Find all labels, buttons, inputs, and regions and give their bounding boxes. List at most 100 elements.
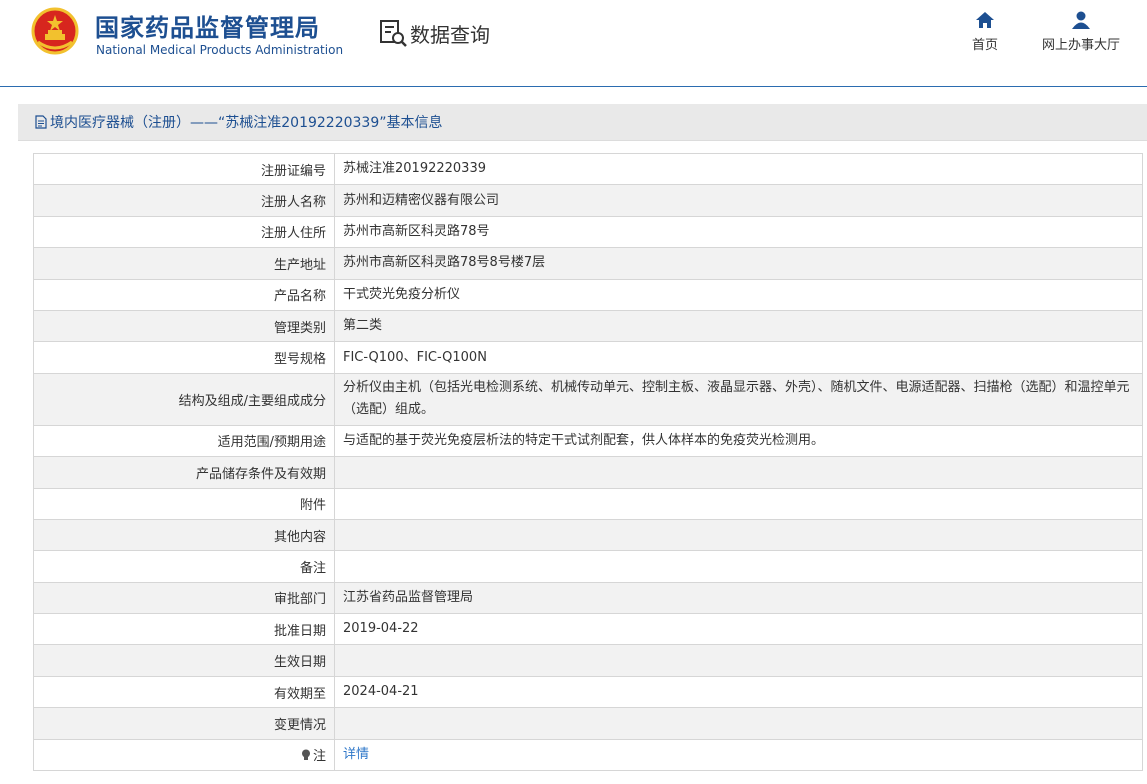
- table-row: 其他内容: [33, 518, 1143, 552]
- row-label-text: 适用范围/预期用途: [217, 435, 326, 451]
- row-label-text: 生产地址: [273, 257, 326, 273]
- row-label: 管理类别: [33, 309, 335, 343]
- row-label: 型号规格: [33, 341, 335, 374]
- row-label: 注: [33, 738, 335, 772]
- table-row: 生产地址 苏州市高新区科灵路78号8号楼7层: [33, 247, 1143, 280]
- row-label-text: 注册证编号: [260, 163, 326, 179]
- row-label: 审批部门: [33, 581, 335, 615]
- row-label-text: 其他内容: [273, 529, 326, 545]
- document-icon: [35, 115, 47, 129]
- row-label-text: 结构及组成/主要组成成分: [178, 393, 326, 409]
- row-label-text: 注册人住所: [260, 226, 326, 242]
- nav-online-hall-label: 网上办事大厅: [1041, 38, 1120, 53]
- row-label: 备注: [33, 550, 335, 583]
- home-icon: [976, 12, 994, 28]
- row-label-text: 型号规格: [273, 352, 326, 368]
- row-label: 注册人住所: [33, 215, 335, 249]
- table-row: 备注: [33, 550, 1143, 583]
- row-value-text: 2019-04-22: [343, 621, 419, 637]
- table-row: 有效期至 2024-04-21: [33, 675, 1143, 709]
- row-label-text: 备注: [299, 560, 326, 576]
- row-value: 第二类: [334, 309, 1143, 343]
- row-value-text: 苏州市高新区科灵路78号: [343, 223, 490, 239]
- row-value: FIC-Q100、FIC-Q100N: [334, 341, 1143, 374]
- table-row: 批准日期 2019-04-22: [33, 613, 1143, 646]
- agency-name-en[interactable]: National Medical Products Administration: [96, 43, 343, 57]
- row-label: 注册人名称: [33, 184, 335, 217]
- row-value: 苏械注准20192220339: [334, 152, 1143, 186]
- table-row: 产品储存条件及有效期: [33, 456, 1143, 489]
- registration-info-table: 注册证编号 苏械注准20192220339 注册人名称 苏州和迈精密仪器有限公司 注册人…: [33, 152, 1143, 772]
- row-label-text: 生效日期: [273, 655, 326, 671]
- row-value: [334, 550, 1143, 583]
- row-value-text: 第二类: [343, 318, 383, 334]
- row-value-text: 与适配的基于荧光免疫层析法的特定干式试剂配套，供人体样本的免疫荧光检测用。: [343, 432, 825, 448]
- row-label: 产品名称: [33, 278, 335, 311]
- nav-online-hall[interactable]: 网上办事大厅: [1036, 10, 1126, 53]
- row-value-text: 苏州和迈精密仪器有限公司: [343, 192, 500, 208]
- row-value: 江苏省药品监督管理局: [334, 581, 1143, 615]
- row-value: [334, 644, 1143, 677]
- data-query-title: 数据查询: [410, 22, 490, 47]
- row-label: 生效日期: [33, 644, 335, 677]
- row-value-text: FIC-Q100、FIC-Q100N: [343, 349, 487, 365]
- row-label-text: 变更情况: [273, 717, 326, 733]
- row-label-text: 批准日期: [273, 623, 326, 639]
- row-value: [334, 707, 1143, 740]
- row-label: 结构及组成/主要组成成分: [33, 372, 335, 426]
- row-value: 干式荧光免疫分析仪: [334, 278, 1143, 311]
- row-value-text: 干式荧光免疫分析仪: [343, 286, 461, 302]
- document-search-icon: [380, 20, 407, 47]
- row-label: 产品储存条件及有效期: [33, 456, 335, 489]
- table-row: 注册证编号 苏械注准20192220339: [33, 152, 1143, 186]
- table-row: 变更情况: [33, 707, 1143, 740]
- lightbulb-icon: [301, 749, 310, 761]
- row-value: [334, 487, 1143, 520]
- row-value-text: 苏州市高新区科灵路78号8号楼7层: [343, 255, 546, 271]
- row-label-text: 产品储存条件及有效期: [195, 466, 326, 482]
- row-value: [334, 456, 1143, 489]
- row-label: 有效期至: [33, 675, 335, 709]
- table-row: 产品名称 干式荧光免疫分析仪: [33, 278, 1143, 311]
- row-label: 适用范围/预期用途: [33, 424, 335, 458]
- row-value: 2019-04-22: [334, 613, 1143, 646]
- table-row: 结构及组成/主要组成成分 分析仪由主机（包括光电检测系统、机械传动单元、控制主板、…: [33, 372, 1143, 426]
- row-value: [334, 518, 1143, 552]
- table-row: 注册人名称 苏州和迈精密仪器有限公司: [33, 184, 1143, 217]
- row-value-text: 2024-04-21: [343, 684, 419, 700]
- nav-home-label: 首页: [971, 38, 998, 53]
- row-value-text: 江苏省药品监督管理局: [343, 589, 474, 605]
- row-value-text: 分析仪由主机（包括光电检测系统、机械传动单元、控制主板、液晶显示器、外壳）、随机…: [343, 380, 1130, 418]
- user-icon: [1072, 11, 1090, 29]
- row-label: 其他内容: [33, 518, 335, 552]
- row-label-text: 管理类别: [273, 320, 326, 336]
- section-header: 境内医疗器械（注册）——“苏械注准20192220339”基本信息: [18, 104, 1147, 141]
- row-value-text: 苏械注准20192220339: [343, 161, 486, 177]
- table-row: 型号规格 FIC-Q100、FIC-Q100N: [33, 341, 1143, 374]
- row-label-text: 注: [312, 749, 326, 765]
- national-emblem-icon: [31, 7, 79, 55]
- row-label: 生产地址: [33, 247, 335, 280]
- row-label-text: 有效期至: [273, 686, 326, 702]
- row-value: 苏州和迈精密仪器有限公司: [334, 184, 1143, 217]
- nav-home[interactable]: 首页: [965, 10, 1005, 53]
- row-value: 分析仪由主机（包括光电检测系统、机械传动单元、控制主板、液晶显示器、外壳）、随机…: [334, 372, 1143, 426]
- row-label-text: 注册人名称: [260, 195, 326, 211]
- row-value: 与适配的基于荧光免疫层析法的特定干式试剂配套，供人体样本的免疫荧光检测用。: [334, 424, 1143, 458]
- detail-link[interactable]: 详情: [343, 747, 369, 762]
- agency-name-cn[interactable]: 国家药品监督管理局: [95, 8, 320, 43]
- row-label: 批准日期: [33, 613, 335, 646]
- table-row: 注 详情: [33, 738, 1143, 772]
- row-label: 注册证编号: [33, 152, 335, 186]
- table-row: 注册人住所 苏州市高新区科灵路78号: [33, 215, 1143, 249]
- row-label-text: 审批部门: [273, 592, 326, 608]
- table-row: 管理类别 第二类: [33, 309, 1143, 343]
- row-value: 苏州市高新区科灵路78号: [334, 215, 1143, 249]
- row-label-text: 产品名称: [273, 289, 326, 305]
- table-row: 附件: [33, 487, 1143, 520]
- row-label-text: 附件: [299, 498, 326, 514]
- row-value: 2024-04-21: [334, 675, 1143, 709]
- table-row: 适用范围/预期用途 与适配的基于荧光免疫层析法的特定干式试剂配套，供人体样本的免疫…: [33, 424, 1143, 458]
- section-title: 境内医疗器械（注册）——“苏械注准20192220339”基本信息: [50, 115, 443, 131]
- data-query-heading: 数据查询: [378, 18, 490, 48]
